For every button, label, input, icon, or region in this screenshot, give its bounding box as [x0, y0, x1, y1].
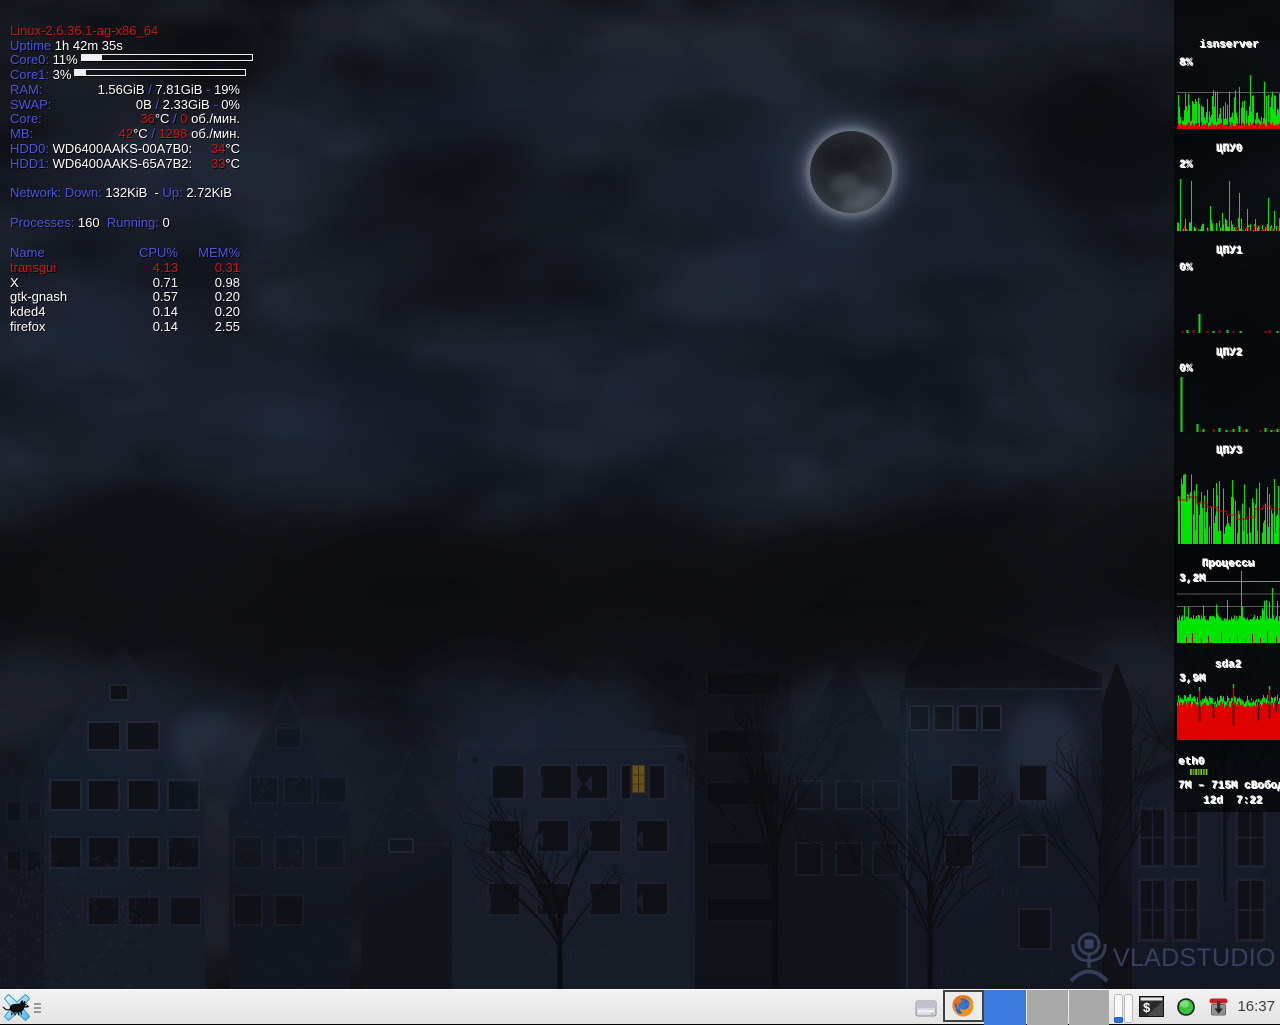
svg-text:sda2: sda2: [1215, 659, 1241, 671]
svg-text:8%: 8%: [1179, 57, 1193, 69]
svg-text:3,9M: 3,9M: [1179, 673, 1206, 685]
svg-text:ЦПУ0: ЦПУ0: [1216, 143, 1242, 155]
svg-text:ЦПУ3: ЦПУ3: [1216, 445, 1243, 457]
svg-text:ЦПУ2: ЦПУ2: [1216, 347, 1242, 359]
svg-text:eth0: eth0: [1178, 756, 1204, 768]
svg-text:0%: 0%: [1179, 363, 1193, 375]
svg-text:7M – 715M сВободн: 7M – 715M сВободн: [1178, 779, 1280, 792]
svg-text:$: $: [1143, 1000, 1151, 1015]
svg-text:ЦПУ1: ЦПУ1: [1216, 245, 1243, 257]
svg-text:Процессы: Процессы: [1202, 558, 1255, 570]
svg-text:isnserver: isnserver: [1199, 39, 1258, 51]
svg-text:2%: 2%: [1179, 159, 1193, 171]
svg-text:3,2M: 3,2M: [1179, 573, 1206, 585]
svg-text:0%: 0%: [1179, 262, 1193, 274]
svg-text:12d 7:22: 12d 7:22: [1203, 795, 1262, 807]
